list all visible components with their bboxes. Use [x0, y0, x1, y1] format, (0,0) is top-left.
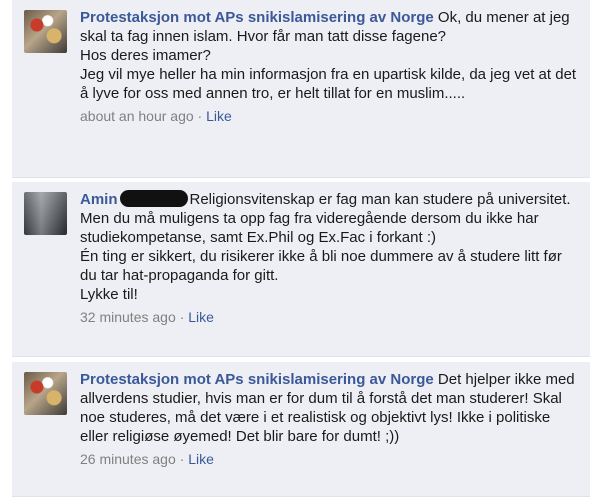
comment-timestamp[interactable]: 32 minutes ago [80, 309, 176, 325]
comment-thread: Protestaksjon mot APs snikislamisering a… [0, 0, 600, 503]
comment-author-link[interactable]: Amin [80, 191, 118, 208]
avatar[interactable] [24, 372, 67, 415]
like-link[interactable]: Like [188, 309, 214, 325]
comment: Protestaksjon mot APs snikislamisering a… [12, 362, 590, 497]
meta-separator: · [175, 309, 189, 325]
avatar[interactable] [24, 10, 67, 53]
comment-timestamp[interactable]: about an hour ago [80, 108, 194, 124]
meta-separator: · [193, 108, 207, 124]
comment-body: Protestaksjon mot APs snikislamisering a… [80, 370, 580, 469]
comment-meta: 32 minutes ago · Like [80, 308, 580, 327]
comment-timestamp[interactable]: 26 minutes ago [80, 451, 176, 467]
comment-body: Protestaksjon mot APs snikislamisering a… [80, 8, 580, 126]
comment-author-link[interactable]: Protestaksjon mot APs snikislamisering a… [80, 371, 434, 388]
like-link[interactable]: Like [188, 451, 214, 467]
comment: Protestaksjon mot APs snikislamisering a… [12, 0, 590, 178]
comment-meta: 26 minutes ago · Like [80, 450, 580, 469]
comment: Amin Religionsvitenskap er fag man kan st… [12, 182, 590, 357]
redaction-mark [119, 190, 188, 207]
comment-author-link[interactable]: Protestaksjon mot APs snikislamisering a… [80, 9, 434, 26]
comment-text: Religionsvitenskap er fag man kan studer… [80, 191, 571, 303]
avatar[interactable] [24, 192, 67, 235]
like-link[interactable]: Like [206, 108, 232, 124]
meta-separator: · [175, 451, 189, 467]
comment-body: Amin Religionsvitenskap er fag man kan st… [80, 190, 580, 327]
comment-meta: about an hour ago · Like [80, 107, 580, 126]
